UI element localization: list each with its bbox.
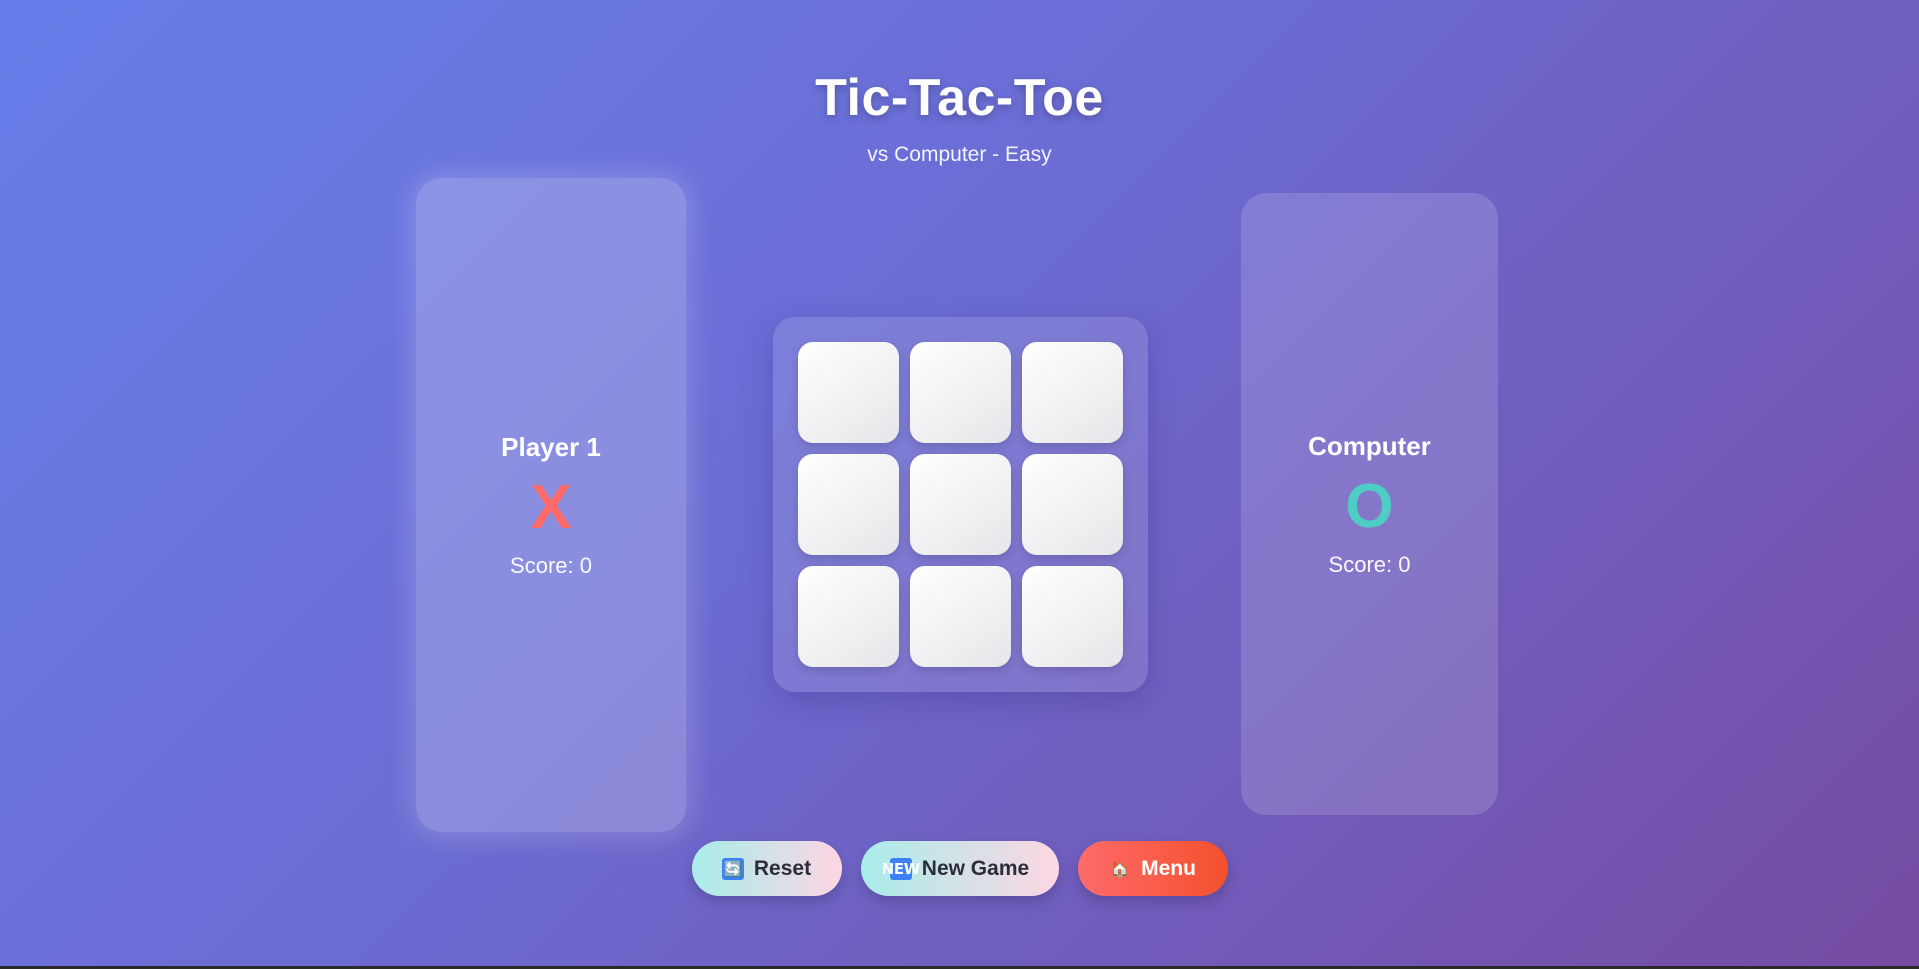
new-game-button[interactable]: NEW New Game bbox=[860, 841, 1059, 896]
computer-symbol: O bbox=[1345, 471, 1394, 541]
player-1-card: Player 1 X Score: 0 bbox=[416, 178, 686, 832]
new-game-button-label: New Game bbox=[921, 856, 1030, 880]
board-cell-1[interactable] bbox=[798, 342, 899, 443]
computer-card: Computer O Score: 0 bbox=[1241, 193, 1498, 815]
reset-button[interactable]: 🔄 Reset bbox=[691, 841, 842, 896]
player-1-symbol: X bbox=[530, 472, 572, 542]
computer-name: Computer bbox=[1308, 430, 1431, 461]
board-cell-7[interactable] bbox=[798, 566, 899, 667]
player-1-name: Player 1 bbox=[501, 431, 601, 462]
menu-button[interactable]: 🏠 Menu bbox=[1077, 841, 1228, 896]
board-cell-9[interactable] bbox=[1022, 566, 1123, 667]
game-mode-subtitle: vs Computer - Easy bbox=[867, 143, 1052, 166]
game-title: Tic-Tac-Toe bbox=[815, 69, 1104, 127]
refresh-icon: 🔄 bbox=[721, 857, 744, 880]
new-badge-icon: NEW bbox=[881, 857, 921, 880]
menu-button-label: Menu bbox=[1141, 856, 1196, 880]
board-cell-4[interactable] bbox=[798, 454, 899, 555]
game-board bbox=[773, 317, 1148, 692]
board-cell-2[interactable] bbox=[910, 342, 1011, 443]
game-screen: Tic-Tac-Toe vs Computer - Easy Player 1 … bbox=[0, 0, 1919, 966]
home-icon: 🏠 bbox=[1110, 859, 1130, 878]
game-controls: 🔄 Reset NEW New Game 🏠 Menu bbox=[0, 841, 1919, 896]
computer-score: Score: 0 bbox=[1328, 551, 1411, 577]
board-cell-5[interactable] bbox=[910, 454, 1011, 555]
board-cell-3[interactable] bbox=[1022, 342, 1123, 443]
reset-button-label: Reset bbox=[753, 856, 812, 880]
player-1-score: Score: 0 bbox=[510, 552, 592, 578]
board-cell-8[interactable] bbox=[910, 566, 1011, 667]
board-cell-6[interactable] bbox=[1022, 454, 1123, 555]
